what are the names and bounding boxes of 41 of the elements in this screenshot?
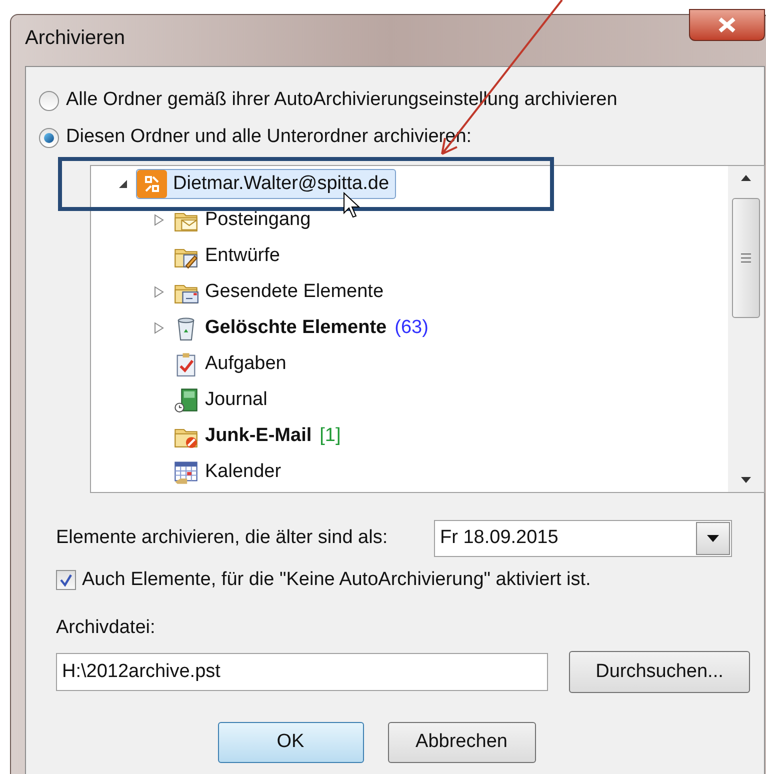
grip-icon — [740, 253, 752, 263]
radio-button[interactable] — [39, 90, 59, 110]
tree-item[interactable]: Posteingang — [205, 206, 311, 234]
tree-item[interactable]: Aufgaben — [205, 350, 286, 378]
tree-item[interactable]: Gesendete Elemente — [205, 278, 384, 306]
dialog-button[interactable]: Abbrechen — [388, 722, 536, 763]
expand-caret-icon[interactable] — [154, 322, 164, 334]
tree-item[interactable]: Journal — [205, 386, 268, 414]
account-icon — [137, 170, 167, 198]
window-title: Archivieren — [25, 26, 126, 51]
field-label: Elemente archivieren, die älter sind als: — [56, 526, 389, 550]
scroll-up-icon[interactable] — [740, 174, 752, 182]
dialog-button[interactable]: OK — [218, 722, 364, 763]
expand-caret-icon[interactable] — [154, 286, 164, 298]
archive-file-field[interactable]: H:\2012archive.pst — [56, 653, 548, 691]
item-count: (63) — [394, 316, 428, 340]
checkbox-label: Auch Elemente, für die "Keine AutoArchivierung" aktiviert ist. — [82, 568, 591, 592]
expand-caret-icon[interactable] — [154, 214, 164, 226]
check-icon — [59, 573, 73, 588]
close-button[interactable] — [689, 9, 765, 41]
checkbox[interactable] — [56, 570, 76, 590]
tree-item[interactable]: Kalender — [205, 458, 282, 486]
scroll-down-icon[interactable] — [740, 476, 752, 484]
tree-item[interactable]: Junk-E-Mail — [205, 422, 312, 450]
dropdown-button[interactable] — [696, 522, 730, 555]
calendar-icon — [173, 459, 199, 485]
cursor-icon — [343, 192, 361, 218]
tree-item[interactable]: Entwürfe — [205, 242, 280, 270]
caret-down-icon — [707, 535, 719, 542]
tree-item[interactable]: Gelöschte Elemente — [205, 314, 387, 342]
item-count: [1] — [320, 424, 341, 448]
journal-book-icon — [173, 387, 199, 413]
tree-item[interactable]: Dietmar.Walter@spitta.de — [136, 169, 396, 199]
browse-button[interactable]: Durchsuchen... — [569, 651, 750, 693]
field-label: Archivdatei: — [56, 616, 156, 640]
close-icon — [716, 16, 738, 34]
scrollbar[interactable] — [728, 166, 764, 492]
scroll-thumb[interactable] — [732, 198, 760, 318]
collapse-caret-icon[interactable] — [118, 179, 128, 189]
radio-button[interactable] — [39, 128, 59, 148]
date-dropdown[interactable]: Fr 18.09.2015 — [434, 520, 732, 557]
